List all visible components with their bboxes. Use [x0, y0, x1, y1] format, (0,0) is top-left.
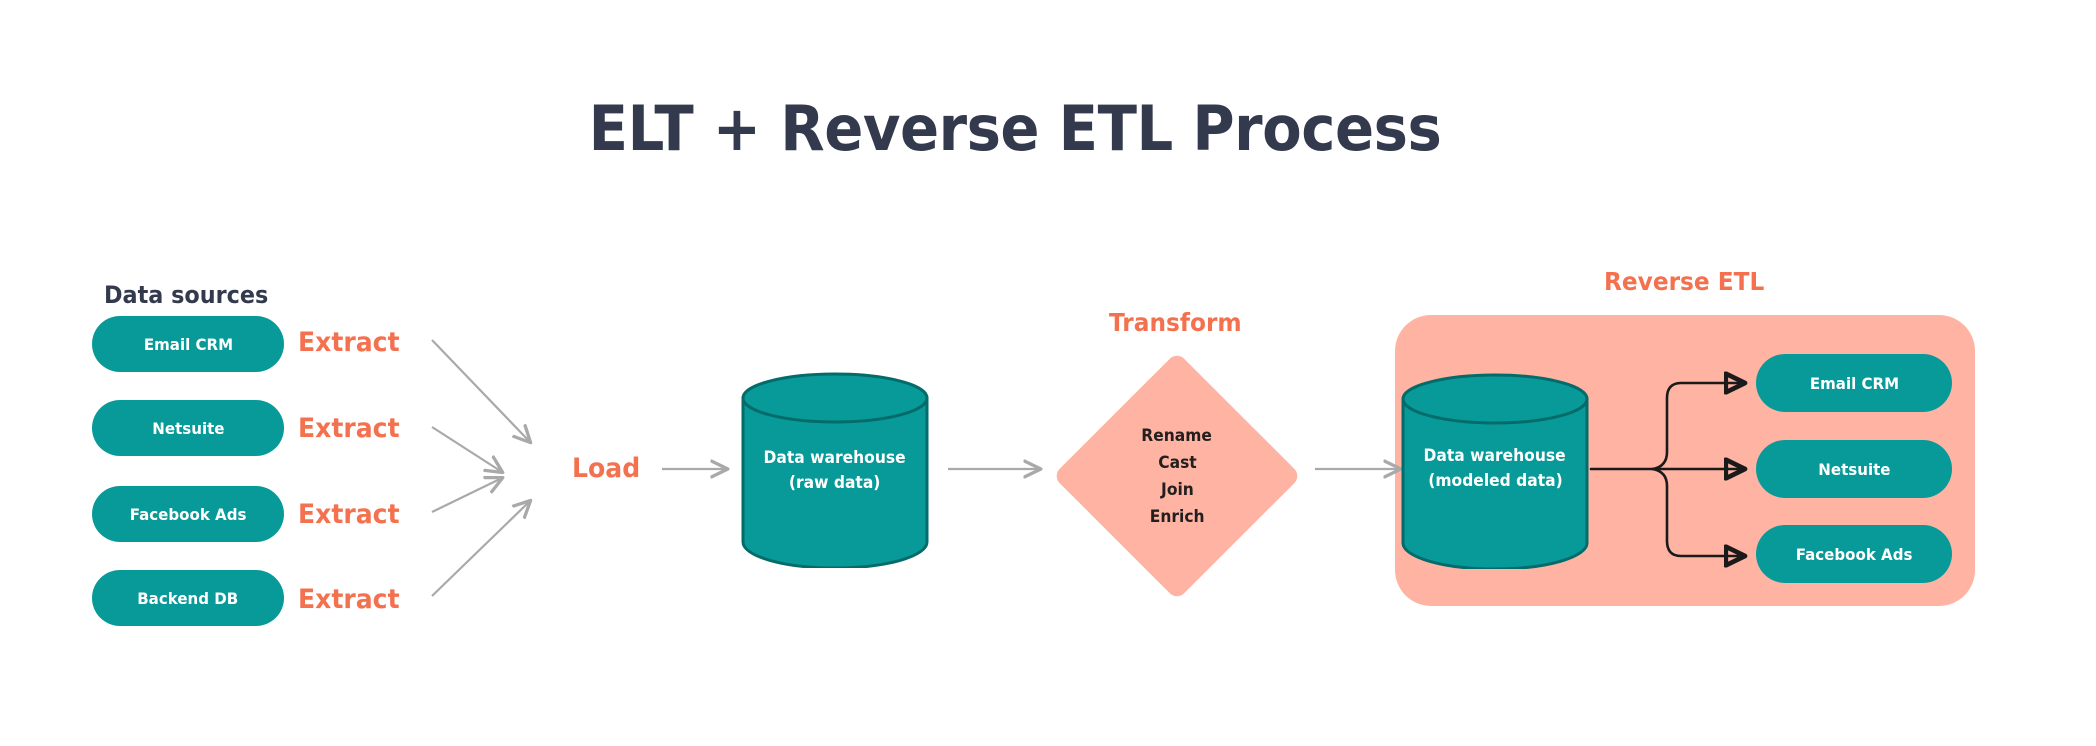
extract-arrow-4: [431, 501, 530, 597]
source-pill-facebook-ads[interactable]: Facebook Ads: [92, 486, 284, 542]
extract-arrow-1: [431, 339, 530, 442]
load-label: Load: [572, 453, 641, 484]
destination-pill-label: Email CRM: [1809, 373, 1899, 393]
transform-diamond-shape: [1052, 351, 1302, 601]
extract-label-2: Extract: [298, 413, 400, 444]
source-pill-label: Netsuite: [151, 418, 225, 438]
source-pill-label: Backend DB: [137, 588, 239, 608]
extract-label-4: Extract: [298, 584, 400, 615]
source-pill-netsuite[interactable]: Netsuite: [92, 400, 284, 456]
source-pill-backend-db[interactable]: Backend DB: [92, 570, 284, 626]
extract-arrow-3: [431, 478, 502, 513]
destination-pill-label: Facebook Ads: [1795, 544, 1913, 564]
extract-label-3: Extract: [298, 499, 400, 530]
destination-pill-facebook-ads[interactable]: Facebook Ads: [1756, 525, 1952, 583]
transform-diamond: Rename Cast Join Enrich: [1052, 351, 1302, 601]
transform-label: Transform: [1109, 308, 1242, 337]
page-title: ELT + Reverse ETL Process: [588, 92, 1442, 165]
source-pill-email-crm[interactable]: Email CRM: [92, 316, 284, 372]
extract-label-1: Extract: [298, 327, 400, 358]
destination-pill-label: Netsuite: [1817, 459, 1891, 479]
reverse-etl-label: Reverse ETL: [1604, 267, 1765, 296]
cylinder-data-warehouse-modeled: Data warehouse (modeled data): [1401, 373, 1589, 569]
source-pill-label: Email CRM: [143, 334, 233, 354]
extract-arrow-2: [431, 426, 502, 472]
source-pill-label: Facebook Ads: [129, 504, 247, 524]
cylinder-data-warehouse-raw: Data warehouse (raw data): [741, 372, 929, 568]
data-sources-heading: Data sources: [104, 281, 269, 309]
destination-pill-netsuite[interactable]: Netsuite: [1756, 440, 1952, 498]
destination-pill-email-crm[interactable]: Email CRM: [1756, 354, 1952, 412]
diagram-canvas: ELT + Reverse ETL Process Data sources T…: [0, 0, 2096, 746]
